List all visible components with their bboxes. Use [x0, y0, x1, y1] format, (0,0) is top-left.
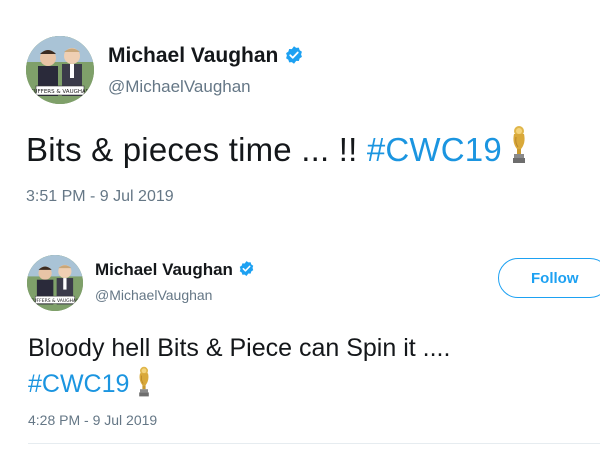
avatar[interactable]: TUFFERS & VAUGHAN: [27, 255, 83, 311]
tweet-text: Bloody hell Bits & Piece can Spin it ...…: [28, 330, 450, 402]
avatar-caption: TUFFERS & VAUGHAN: [29, 298, 79, 304]
display-name-text[interactable]: Michael Vaughan: [95, 260, 233, 279]
tweet-text-body: Bloody hell Bits & Piece can Spin it ...…: [28, 334, 451, 362]
tweet-text-body: Bits & pieces time ... !!: [26, 131, 367, 168]
avatar-illustration: TUFFERS & VAUGHAN: [26, 36, 94, 104]
avatar[interactable]: TUFFERS & VAUGHAN: [26, 36, 94, 104]
tweet-card: TUFFERS & VAUGHAN Michael Vaughan @Micha…: [0, 240, 600, 450]
verified-badge-icon: [239, 261, 254, 276]
trophy-emoji-icon: [512, 126, 525, 163]
tweet-timestamp[interactable]: 4:28 PM - 9 Jul 2019: [28, 412, 157, 428]
avatar-illustration: TUFFERS & VAUGHAN: [27, 255, 83, 311]
user-handle[interactable]: @MichaelVaughan: [95, 287, 212, 303]
follow-button[interactable]: Follow: [498, 258, 600, 298]
tweet-card: TUFFERS & VAUGHAN Michael Vaughan @Micha…: [0, 0, 600, 230]
display-name[interactable]: Michael Vaughan: [95, 260, 255, 280]
verified-badge-icon: [286, 46, 303, 64]
divider: [28, 443, 600, 444]
display-name[interactable]: Michael Vaughan: [108, 44, 304, 68]
trophy-emoji-icon: [139, 366, 150, 397]
avatar-caption: TUFFERS & VAUGHAN: [29, 89, 90, 95]
tweet-text: Bits & pieces time ... !! #CWC19: [26, 125, 530, 169]
tweet-timestamp[interactable]: 3:51 PM - 9 Jul 2019: [26, 188, 174, 206]
user-handle[interactable]: @MichaelVaughan: [108, 77, 251, 97]
display-name-text[interactable]: Michael Vaughan: [108, 44, 278, 67]
hashtag-link[interactable]: #CWC19: [28, 370, 129, 398]
hashtag-link[interactable]: #CWC19: [367, 131, 502, 168]
